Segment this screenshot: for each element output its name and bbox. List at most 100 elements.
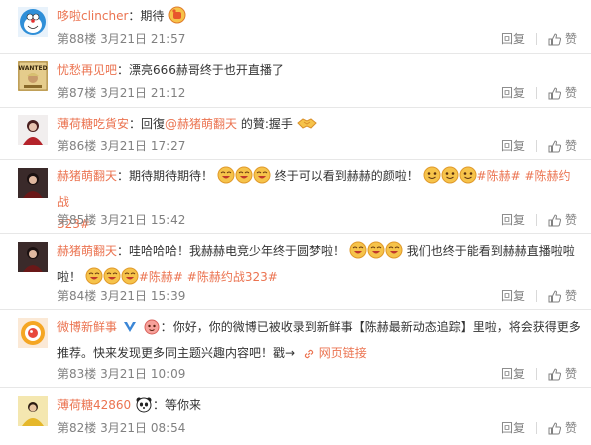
thumbs-up-icon [548, 368, 561, 380]
thumbs-up-icon [548, 214, 561, 226]
reply-button[interactable]: 回复 [501, 138, 525, 154]
username-link[interactable]: 赫猪萌翻天 [57, 244, 117, 258]
like-button[interactable]: 赞 [548, 85, 577, 101]
like-button[interactable]: 赞 [548, 420, 577, 436]
comment-timestamp: 3月21日 10:09 [100, 367, 186, 381]
comment-item: 微博新鲜事 ：你好，你的微博已被收录到新鲜事【陈赫最新动态追踪】里啦，将会获得更… [0, 310, 591, 388]
floor-number: 第83楼 [57, 367, 97, 381]
comment-text: 的贊:握手 [237, 117, 293, 131]
floor-number: 第84楼 [57, 289, 97, 303]
thumbs-up-icon [548, 140, 561, 152]
reply-button[interactable]: 回复 [501, 288, 525, 304]
comment-item: WANTED 忧愁再见吧：漂亮666赫哥终于也开直播了 第87楼 3月21日 2… [0, 54, 591, 108]
like-label: 赞 [564, 421, 577, 435]
divider [535, 422, 537, 434]
topic-link-chenhe-323[interactable]: #陈赫约战323# [187, 270, 278, 284]
comment-timestamp: 3月21日 21:12 [100, 86, 186, 100]
avatar[interactable] [18, 396, 48, 426]
colon: ： [129, 117, 142, 131]
fist-emoji-icon [168, 6, 186, 31]
reply-prefix: 回復 [141, 117, 166, 131]
like-label: 赞 [564, 367, 577, 381]
divider [535, 33, 537, 45]
divider [535, 290, 537, 302]
avatar[interactable]: WANTED [18, 61, 48, 91]
floor-number: 第87楼 [57, 86, 97, 100]
comment-item: 薄荷糖42860 ：等你来 第82楼 3月21日 08:54 回复 赞 [0, 388, 591, 445]
smile-emoji-icon [441, 166, 459, 191]
username-link[interactable]: 微博新鲜事 [57, 320, 117, 334]
link-icon [303, 345, 315, 367]
laughing-emoji-icon [349, 241, 367, 266]
comment-text: 你好，你的微博已被收录到新鲜事【陈赫最新动态追踪】里啦，将会获得更多 [172, 320, 581, 334]
colon: ： [153, 398, 166, 412]
like-label: 赞 [564, 86, 577, 100]
avatar[interactable] [18, 242, 48, 272]
comment-item: 薄荷糖吃貨安：回復@赫猪萌翻天 的贊:握手 第86楼 3月21日 17:27 回… [0, 108, 591, 160]
username-link[interactable]: 忧愁再见吧 [57, 63, 117, 77]
like-button[interactable]: 赞 [548, 366, 577, 382]
mention-link[interactable]: @赫猪萌翻天 [165, 117, 237, 131]
sticker-emoji-icon [143, 317, 161, 342]
floor-number: 第82楼 [57, 421, 97, 435]
laughing-emoji-icon [217, 166, 235, 191]
thumbs-up-icon [548, 87, 561, 99]
avatar[interactable] [18, 318, 48, 348]
comment-text-continued: 我们也终于能看到赫赫直播啦啦 [406, 244, 575, 258]
avatar[interactable] [18, 115, 48, 145]
thumbs-up-icon [548, 290, 561, 302]
panda-emoji-icon [135, 395, 153, 420]
comment-item: 赫猪萌翻天：哇哈哈哈！我赫赫电竞少年终于圆梦啦！ 我们也终于能看到赫赫直播啦啦 … [0, 234, 591, 310]
divider [535, 214, 537, 226]
web-link[interactable]: 网页链接 [319, 346, 367, 360]
username-link[interactable]: 哆啦clincher [57, 9, 128, 23]
comment-text: 期待 [140, 9, 165, 23]
comment-text-continued: 终于可以看到赫赫的颜啦！ [274, 169, 419, 183]
comment-timestamp: 3月21日 17:27 [100, 139, 186, 153]
colon: ： [117, 244, 130, 258]
comment-timestamp: 3月21日 15:39 [100, 289, 186, 303]
reply-button[interactable]: 回复 [501, 31, 525, 47]
colon: ： [128, 9, 141, 23]
colon: ： [117, 169, 130, 183]
avatar[interactable] [18, 7, 48, 37]
comment-text: 漂亮666赫哥终于也开直播了 [129, 63, 284, 77]
colon: ： [117, 63, 130, 77]
thumbs-up-icon [548, 422, 561, 434]
reply-button[interactable]: 回复 [501, 366, 525, 382]
like-button[interactable]: 赞 [548, 288, 577, 304]
avatar[interactable] [18, 168, 48, 198]
svg-text:WANTED: WANTED [18, 65, 47, 72]
username-link[interactable]: 薄荷糖42860 [57, 398, 131, 412]
like-button[interactable]: 赞 [548, 212, 577, 228]
comment-timestamp: 3月21日 08:54 [100, 421, 186, 435]
reply-button[interactable]: 回复 [501, 420, 525, 436]
comment-timestamp: 3月21日 15:42 [100, 213, 186, 227]
comment-text: 期待期待期待！ [129, 169, 214, 183]
comment-text: 哇哈哈哈！我赫赫电竞少年终于圆梦啦！ [129, 244, 346, 258]
colon: ： [160, 320, 173, 334]
laughing-emoji-icon [385, 241, 403, 266]
laughing-emoji-icon [367, 241, 385, 266]
comment-list: 哆啦clincher：期待 第88楼 3月21日 21:57 回复 赞 WANT… [0, 0, 591, 445]
like-button[interactable]: 赞 [548, 138, 577, 154]
divider [535, 368, 537, 380]
laughing-emoji-icon [235, 166, 253, 191]
like-label: 赞 [564, 32, 577, 46]
topic-link-chenhe[interactable]: #陈赫# [139, 270, 183, 284]
username-link[interactable]: 薄荷糖吃貨安 [57, 117, 129, 131]
floor-number: 第85楼 [57, 213, 97, 227]
comment-text-end: 啦！ [57, 270, 82, 284]
comment-text-continued: 推荐。快来发现更多同主题兴趣内容吧！戳→ [57, 346, 296, 360]
laughing-emoji-icon [253, 166, 271, 191]
divider [535, 87, 537, 99]
reply-button[interactable]: 回复 [501, 212, 525, 228]
topic-link-chenhe[interactable]: #陈赫# [477, 169, 521, 183]
like-button[interactable]: 赞 [548, 31, 577, 47]
handshake-emoji-icon [297, 114, 317, 139]
like-label: 赞 [564, 139, 577, 153]
username-link[interactable]: 赫猪萌翻天 [57, 169, 117, 183]
like-label: 赞 [564, 213, 577, 227]
reply-button[interactable]: 回复 [501, 85, 525, 101]
floor-number: 第88楼 [57, 32, 97, 46]
